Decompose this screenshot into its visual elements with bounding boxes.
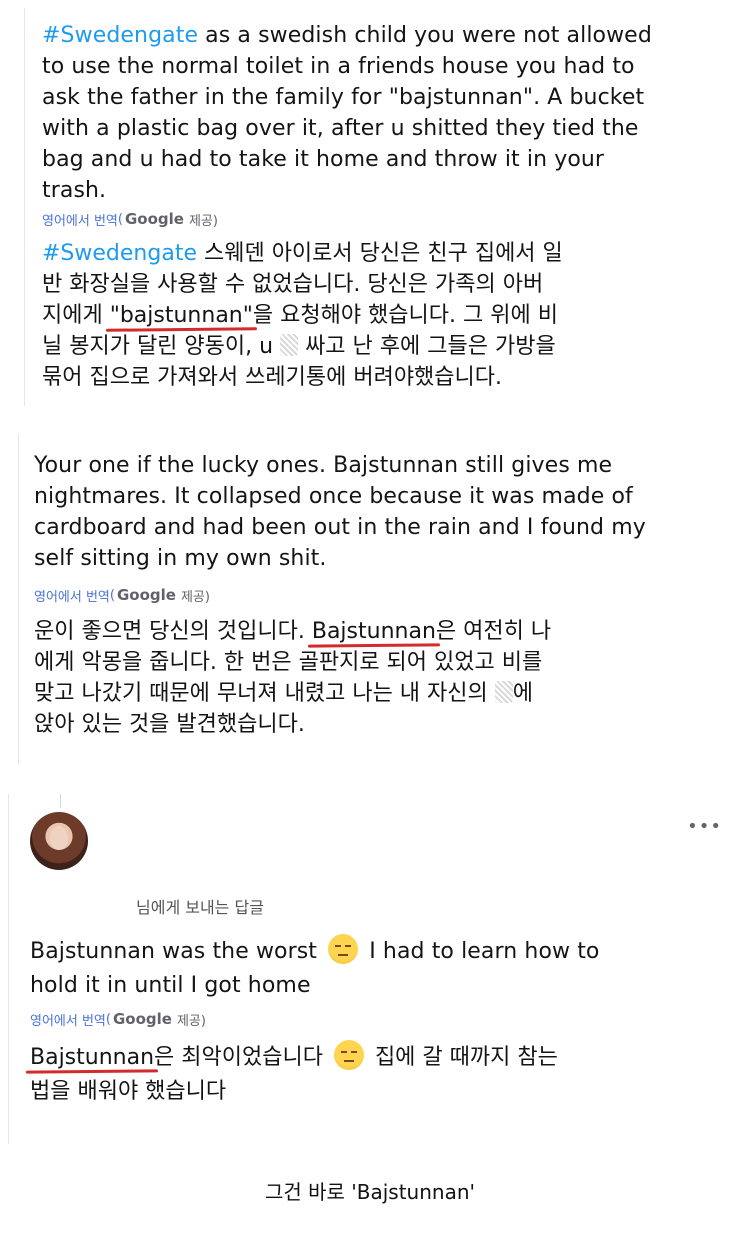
highlight-underline: Bajstunnan bbox=[30, 1045, 155, 1070]
hashtag-link[interactable]: #Swedengate bbox=[42, 23, 198, 48]
translation-credit[interactable]: 영어에서 번역(Google 제공) bbox=[30, 1008, 206, 1030]
tweet-2-translation: 운이 좋으면 당신의 것입니다. Bajstunnan은 여전히 나 에게 악몽… bbox=[34, 619, 552, 737]
google-logo: Google bbox=[116, 586, 176, 604]
censored-glyph bbox=[494, 681, 513, 703]
more-options-icon[interactable]: ••• bbox=[687, 816, 722, 837]
google-logo: Google bbox=[112, 1010, 172, 1028]
reply-to-label: 님에게 보내는 답글 bbox=[136, 898, 264, 917]
tweet-1-text: #Swedengate as a swedish child you were … bbox=[42, 23, 652, 203]
highlight-underline: "bajstunnan" bbox=[109, 303, 253, 328]
unamused-face-icon bbox=[333, 1040, 364, 1070]
tweet-3-translation: Bajstunnan은 최악이었습니다 집에 갈 때까지 참는 법을 배워야 했… bbox=[30, 1040, 730, 1109]
unamused-face-icon bbox=[328, 934, 359, 964]
highlight-underline: Bajstunnan bbox=[311, 619, 436, 644]
tweet-1-translation: #Swedengate 스웨덴 아이로서 당신은 친구 집에서 일 반 화장실을… bbox=[42, 241, 563, 390]
tweet-1: #Swedengate as a swedish child you were … bbox=[24, 8, 714, 406]
tweet-3: ••• 님에게 보내는 답글 Bajstunnan was the worst … bbox=[8, 794, 734, 1144]
tweet-2: Your one if the lucky ones. Bajstunnan s… bbox=[18, 434, 722, 764]
thread-line bbox=[24, 8, 25, 406]
translation-credit[interactable]: 영어에서 번역(Google 제공) bbox=[42, 208, 218, 230]
panel-edge bbox=[8, 794, 9, 1144]
user-avatar[interactable] bbox=[30, 812, 88, 870]
caption: 그건 바로 'Bajstunnan' bbox=[264, 1180, 476, 1204]
thread-line bbox=[18, 434, 19, 764]
thread-line bbox=[60, 794, 61, 808]
google-logo: Google bbox=[124, 210, 184, 228]
tweet-3-text: Bajstunnan was the worst I had to learn … bbox=[30, 934, 730, 1003]
censored-glyph bbox=[280, 334, 299, 356]
translation-credit[interactable]: 영어에서 번역(Google 제공) bbox=[34, 584, 210, 606]
hashtag-link-kor[interactable]: #Swedengate bbox=[42, 241, 197, 266]
tweet-2-text: Your one if the lucky ones. Bajstunnan s… bbox=[34, 453, 646, 571]
